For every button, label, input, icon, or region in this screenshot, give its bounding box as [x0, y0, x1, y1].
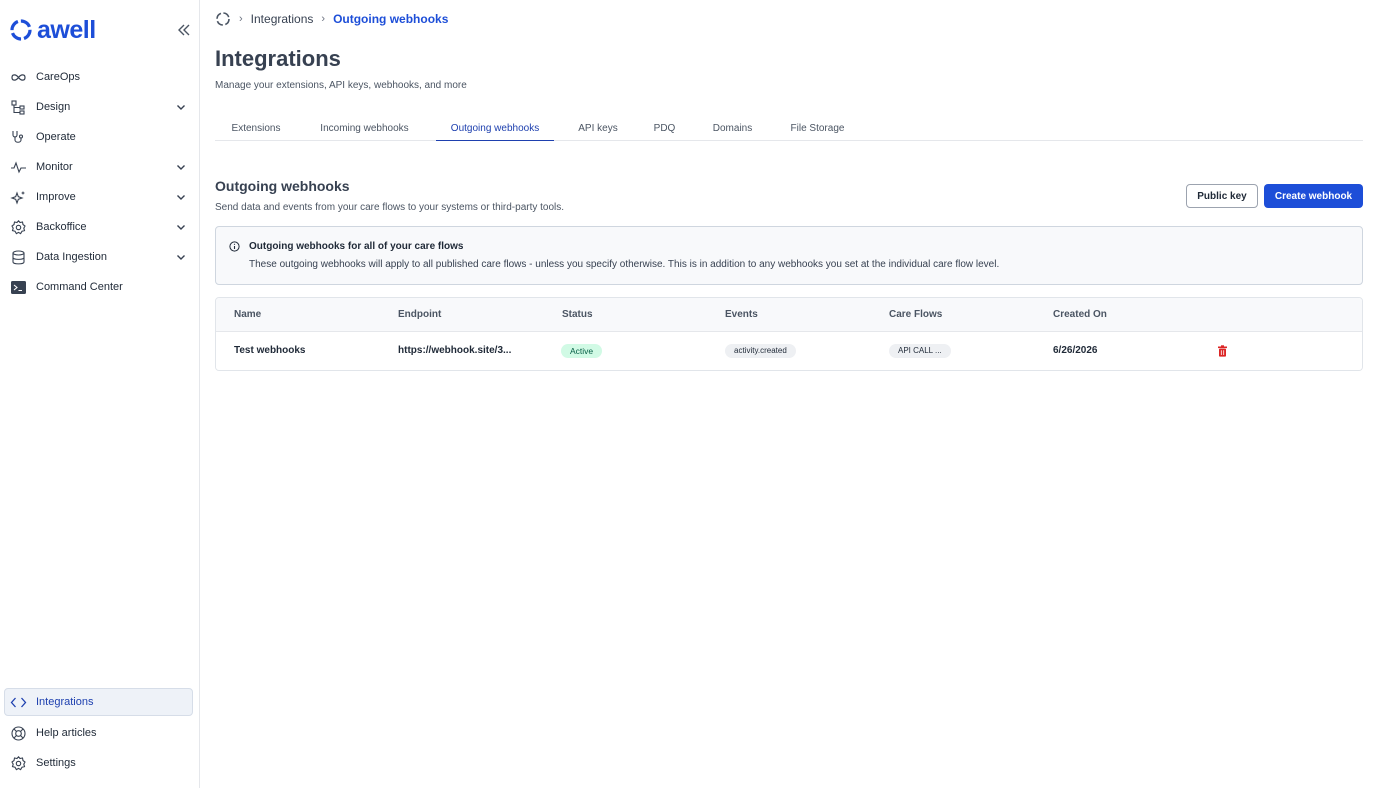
column-header-care-flows[interactable]: Care Flows — [889, 309, 942, 320]
infinity-icon — [10, 69, 27, 86]
lifebuoy-icon — [10, 725, 27, 742]
info-icon — [229, 241, 240, 252]
sidebar-item-label: Improve — [36, 191, 76, 203]
sidebar-item-label: Monitor — [36, 161, 73, 173]
info-text: These outgoing webhooks will apply to al… — [249, 259, 1000, 270]
sidebar-item-careops[interactable]: CareOps — [0, 62, 199, 92]
home-logo-icon[interactable] — [215, 11, 231, 27]
sidebar-item-backoffice[interactable]: Backoffice — [0, 212, 199, 242]
stethoscope-icon — [10, 129, 27, 146]
sidebar-item-improve[interactable]: Improve — [0, 182, 199, 212]
hierarchy-icon — [10, 99, 27, 116]
tab-api-keys[interactable]: API keys — [566, 116, 630, 141]
sidebar-item-label: Data Ingestion — [36, 251, 107, 263]
chevron-right-icon: › — [239, 13, 243, 25]
sidebar-item-monitor[interactable]: Monitor — [0, 152, 199, 182]
sparkles-icon — [10, 189, 27, 206]
tab-extensions[interactable]: Extensions — [215, 116, 297, 141]
section-subtitle: Send data and events from your care flow… — [215, 202, 565, 213]
info-banner: Outgoing webhooks for all of your care f… — [215, 226, 1363, 285]
sidebar: awell CareOps Design Operate Monitor Imp… — [0, 0, 200, 788]
logo-text: awell — [37, 16, 96, 44]
table-row[interactable]: Test webhooks https://webhook.site/3... … — [216, 332, 1362, 370]
breadcrumb: › Integrations › Outgoing webhooks — [215, 10, 448, 28]
sidebar-item-design[interactable]: Design — [0, 92, 199, 122]
sidebar-item-integrations[interactable]: Integrations — [4, 688, 193, 716]
sidebar-item-label: CareOps — [36, 71, 81, 83]
breadcrumb-integrations[interactable]: Integrations — [251, 12, 314, 26]
create-webhook-button[interactable]: Create webhook — [1264, 184, 1363, 208]
column-header-name[interactable]: Name — [234, 309, 261, 320]
sidebar-item-operate[interactable]: Operate — [0, 122, 199, 152]
sidebar-item-label: Operate — [36, 131, 76, 143]
sidebar-item-command-center[interactable]: Command Center — [0, 272, 199, 302]
care-flow-badge: API CALL ... — [889, 344, 951, 358]
sidebar-item-data-ingestion[interactable]: Data Ingestion — [0, 242, 199, 272]
cell-name: Test webhooks — [234, 345, 306, 356]
tab-incoming-webhooks[interactable]: Incoming webhooks — [305, 116, 424, 141]
database-icon — [10, 249, 27, 266]
event-badge: activity.created — [725, 344, 796, 358]
page-title: Integrations — [215, 46, 341, 71]
chevron-down-icon[interactable] — [175, 161, 187, 173]
webhooks-table: Name Endpoint Status Events Care Flows C… — [215, 297, 1363, 371]
awell-logo-icon — [10, 19, 32, 41]
cell-created-on: 6/26/2026 — [1053, 345, 1098, 356]
tab-file-storage[interactable]: File Storage — [778, 116, 857, 141]
chevron-right-icon: › — [321, 13, 326, 25]
terminal-icon — [10, 279, 27, 296]
column-header-created-on[interactable]: Created On — [1053, 309, 1107, 320]
tab-bar: Extensions Incoming webhooks Outgoing we… — [215, 116, 1363, 141]
sidebar-nav: CareOps Design Operate Monitor Improve B… — [0, 62, 199, 302]
table-header: Name Endpoint Status Events Care Flows C… — [216, 298, 1362, 332]
chevron-down-icon[interactable] — [175, 191, 187, 203]
sidebar-item-label: Settings — [36, 757, 76, 769]
sidebar-item-label: Help articles — [36, 727, 97, 739]
public-key-button[interactable]: Public key — [1186, 184, 1258, 208]
trash-icon[interactable] — [1217, 345, 1228, 357]
info-title: Outgoing webhooks for all of your care f… — [249, 241, 464, 252]
breadcrumb-outgoing-webhooks[interactable]: Outgoing webhooks — [333, 12, 448, 26]
activity-icon — [10, 159, 27, 176]
sidebar-item-label: Integrations — [36, 696, 94, 708]
chevron-down-icon[interactable] — [175, 221, 187, 233]
section-title: Outgoing webhooks — [215, 178, 350, 194]
column-header-events[interactable]: Events — [725, 309, 758, 320]
page-subtitle: Manage your extensions, API keys, webhoo… — [215, 80, 467, 91]
sidebar-item-label: Design — [36, 101, 71, 113]
gear-icon — [10, 755, 27, 772]
collapse-sidebar-icon[interactable] — [176, 22, 192, 38]
status-badge: Active — [561, 344, 603, 358]
sidebar-item-label: Command Center — [36, 281, 123, 293]
code-icon — [10, 694, 27, 711]
chevron-down-icon[interactable] — [175, 251, 187, 263]
logo[interactable]: awell — [9, 17, 96, 43]
sidebar-item-label: Backoffice — [36, 221, 87, 233]
sidebar-bottom-nav: Integrations Help articles Settings — [0, 688, 199, 778]
tab-domains[interactable]: Domains — [699, 116, 766, 141]
sidebar-item-settings[interactable]: Settings — [0, 748, 199, 778]
cell-endpoint: https://webhook.site/3... — [398, 345, 512, 356]
tab-pdq[interactable]: PDQ — [642, 116, 687, 141]
tab-outgoing-webhooks[interactable]: Outgoing webhooks — [436, 116, 554, 141]
chevron-down-icon[interactable] — [175, 101, 187, 113]
gear-icon — [10, 219, 27, 236]
column-header-status[interactable]: Status — [562, 309, 593, 320]
sidebar-item-help-articles[interactable]: Help articles — [0, 718, 199, 748]
column-header-endpoint[interactable]: Endpoint — [398, 309, 441, 320]
